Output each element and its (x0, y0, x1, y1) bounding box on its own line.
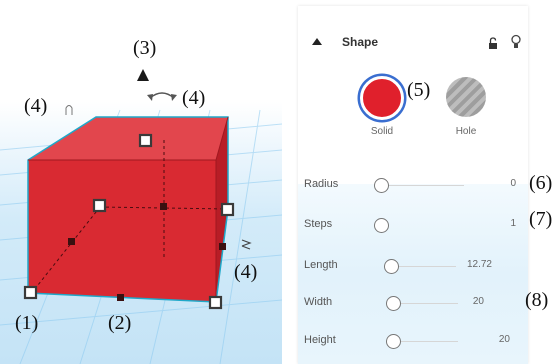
param-label: Length (304, 259, 338, 271)
rotate-arrow-right-icon[interactable] (240, 238, 252, 252)
param-label: Height (304, 334, 336, 346)
param-label: Width (304, 296, 333, 308)
rotate-arrow-icon[interactable] (146, 86, 178, 104)
param-value[interactable]: 20 (499, 334, 510, 345)
back-corner-handle[interactable] (92, 198, 107, 213)
param-value[interactable]: 1 (510, 218, 516, 229)
panel-header[interactable]: Shape (298, 26, 528, 62)
callout-8: (8) (525, 289, 549, 311)
rotate-arrow-left-icon[interactable] (64, 102, 74, 116)
steps-slider[interactable] (374, 218, 389, 233)
front-left-corner-handle[interactable] (23, 285, 38, 300)
param-row-length: Length 12.72 (298, 254, 528, 278)
top-height-handle[interactable] (138, 133, 153, 148)
lift-arrow-icon[interactable] (136, 68, 150, 82)
width-slider[interactable] (386, 296, 401, 311)
collapse-arrow-icon[interactable] (312, 38, 322, 45)
front-right-corner-handle[interactable] (208, 295, 223, 310)
lock-icon[interactable] (488, 37, 498, 50)
callout-4-top: (4) (182, 87, 206, 109)
param-row-height: Height 20 (298, 329, 528, 353)
param-value[interactable]: 20 (473, 296, 484, 307)
callout-2: (2) (108, 312, 132, 334)
callout-6: (6) (529, 172, 553, 194)
param-row-steps: Steps 1 (298, 213, 528, 237)
callout-5: (5) (407, 79, 431, 101)
panel-title: Shape (342, 35, 379, 49)
param-row-width: Width 20 (298, 291, 528, 315)
param-label: Radius (304, 178, 339, 190)
hole-swatch[interactable] (446, 77, 486, 117)
param-value[interactable]: 12.72 (467, 259, 492, 270)
center-dot (160, 203, 167, 210)
right-mid-dot[interactable] (219, 243, 226, 250)
box-front-face[interactable] (28, 160, 216, 302)
param-value[interactable]: 0 (510, 178, 516, 189)
solid-color-swatch[interactable] (360, 76, 404, 120)
param-row-radius: Radius 0 (298, 173, 528, 197)
callout-7: (7) (529, 208, 553, 230)
length-slider[interactable] (384, 259, 399, 274)
callout-3: (3) (133, 37, 157, 59)
hole-label: Hole (455, 126, 477, 137)
height-slider[interactable] (386, 334, 401, 349)
param-label: Steps (304, 218, 333, 230)
radius-slider[interactable] (374, 178, 389, 193)
lightbulb-icon[interactable] (511, 34, 521, 50)
solid-label: Solid (370, 126, 394, 137)
callout-1: (1) (15, 312, 39, 334)
callout-4-right: (4) (234, 261, 258, 283)
edge-mid-dot[interactable] (68, 238, 75, 245)
callout-4-left: (4) (24, 95, 48, 117)
workplane-viewport[interactable]: (3) (4) (4) (4) (1) (2) (0, 0, 282, 364)
right-corner-handle[interactable] (220, 202, 235, 217)
shape-inspector-panel: Shape Solid Hole Radius 0 Steps 1 Length… (298, 6, 528, 364)
bottom-mid-dot[interactable] (117, 294, 124, 301)
